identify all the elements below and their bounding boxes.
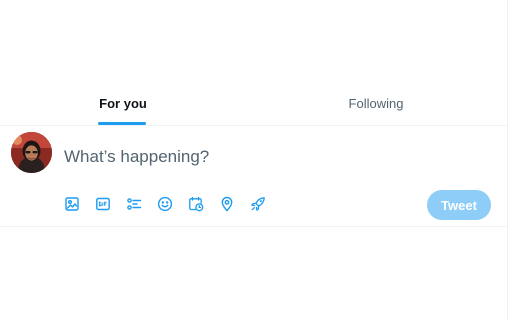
tab-for-you-label: For you: [99, 96, 147, 111]
schedule-icon[interactable]: [187, 195, 205, 213]
gif-icon[interactable]: [94, 195, 112, 213]
tab-following-label: Following: [348, 96, 404, 111]
tweet-button[interactable]: Tweet: [427, 190, 491, 220]
media-icon[interactable]: [63, 195, 81, 213]
avatar-image: [11, 132, 52, 173]
location-icon[interactable]: [218, 195, 236, 213]
tweet-input[interactable]: [64, 144, 484, 170]
rocket-icon[interactable]: [249, 195, 267, 213]
tweet-composer: Tweet: [0, 126, 507, 227]
poll-icon[interactable]: [125, 195, 143, 213]
home-timeline: For you Following What’s happening? Twee…: [0, 0, 512, 320]
emoji-icon[interactable]: [156, 195, 174, 213]
tab-for-you[interactable]: For you: [70, 84, 176, 125]
tab-following[interactable]: Following: [316, 84, 436, 125]
active-tab-indicator: [98, 122, 146, 125]
avatar[interactable]: [11, 132, 52, 173]
timeline-tabs: For you Following: [0, 84, 507, 126]
column-divider: [507, 0, 508, 320]
